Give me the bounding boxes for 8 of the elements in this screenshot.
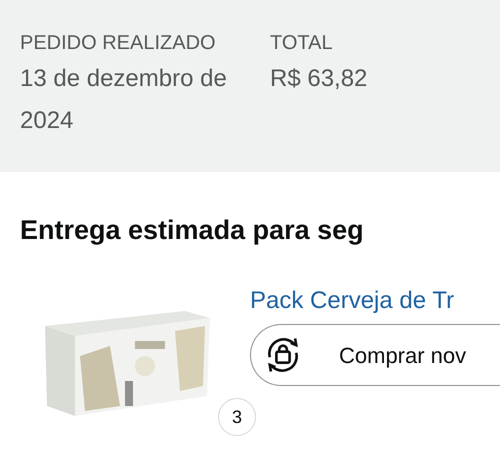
summary-label: TOTAL: [270, 31, 334, 56]
summary-label: PEDIDO REALIZADO: [20, 31, 217, 56]
buy-again-button[interactable]: Comprar nov: [250, 324, 500, 386]
delivery-heading: Entrega estimada para seg: [20, 214, 365, 247]
product-link[interactable]: Pack Cerveja de Tr: [250, 284, 500, 318]
summary-value: R$ 63,82: [270, 64, 368, 94]
quantity-badge: 3: [218, 398, 256, 436]
summary-value: 13 de dezembro de 2024: [20, 64, 228, 136]
